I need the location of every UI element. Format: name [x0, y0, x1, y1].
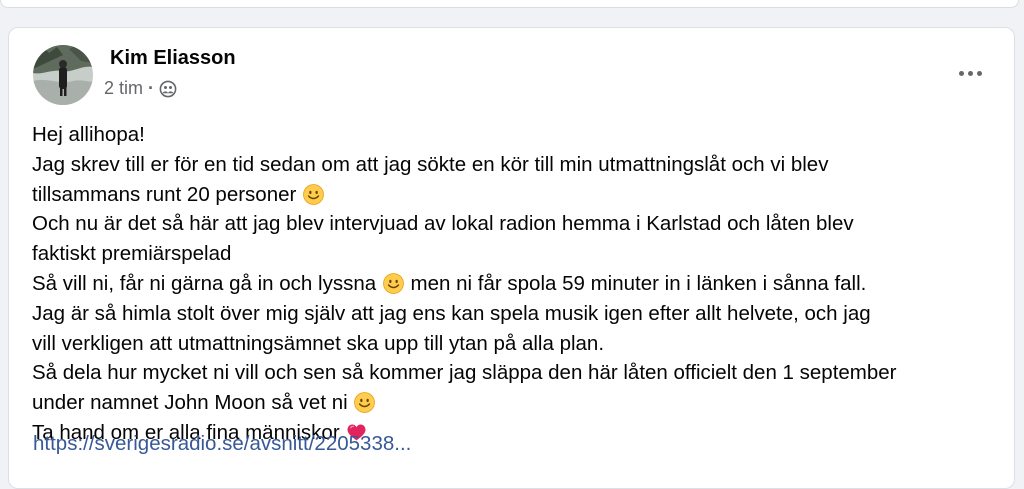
post-line: under namnet John Moon så vet ni [32, 388, 1007, 418]
friends-icon[interactable] [159, 80, 177, 98]
post-line: Och nu är det så här att jag blev interv… [32, 212, 854, 236]
avatar[interactable] [33, 45, 93, 105]
post-line: tillsammans runt 20 personer [32, 180, 1007, 210]
more-options-icon[interactable] [945, 56, 995, 90]
post-line: Så dela hur mycket ni vill och sen så ko… [32, 361, 897, 385]
previous-post-card-edge [0, 0, 1019, 8]
meta-separator: · [148, 78, 155, 98]
shared-link[interactable]: https://sverigesradio.se/avsnitt/2205338… [33, 432, 411, 456]
smiling-face-emoji [354, 392, 376, 414]
post-line: Jag skrev till er för en tid sedan om at… [32, 152, 829, 176]
post-timestamp[interactable]: 2 tim [104, 78, 143, 99]
post-meta: 2 tim · [104, 78, 177, 99]
post-line: vill verkligen att utmattningsämnet ska … [32, 331, 605, 355]
smiling-face-emoji [382, 273, 404, 294]
post-line: faktiskt premiärspelad [32, 242, 232, 266]
post-line: Så vill ni, får ni gärna gå in och lyssn… [32, 271, 867, 295]
author-name[interactable]: Kim Eliasson [110, 47, 236, 70]
post-text: Hej allihopa! Jag skrev till er för en t… [32, 120, 1007, 448]
post-line: Hej allihopa! [32, 123, 145, 146]
smiling-face-emoji [303, 183, 324, 205]
post-card: Kim Eliasson 2 tim · Hej allihopa! Jag s… [8, 27, 1015, 489]
post-line: Jag är så himla stolt över mig själv att… [32, 301, 871, 325]
